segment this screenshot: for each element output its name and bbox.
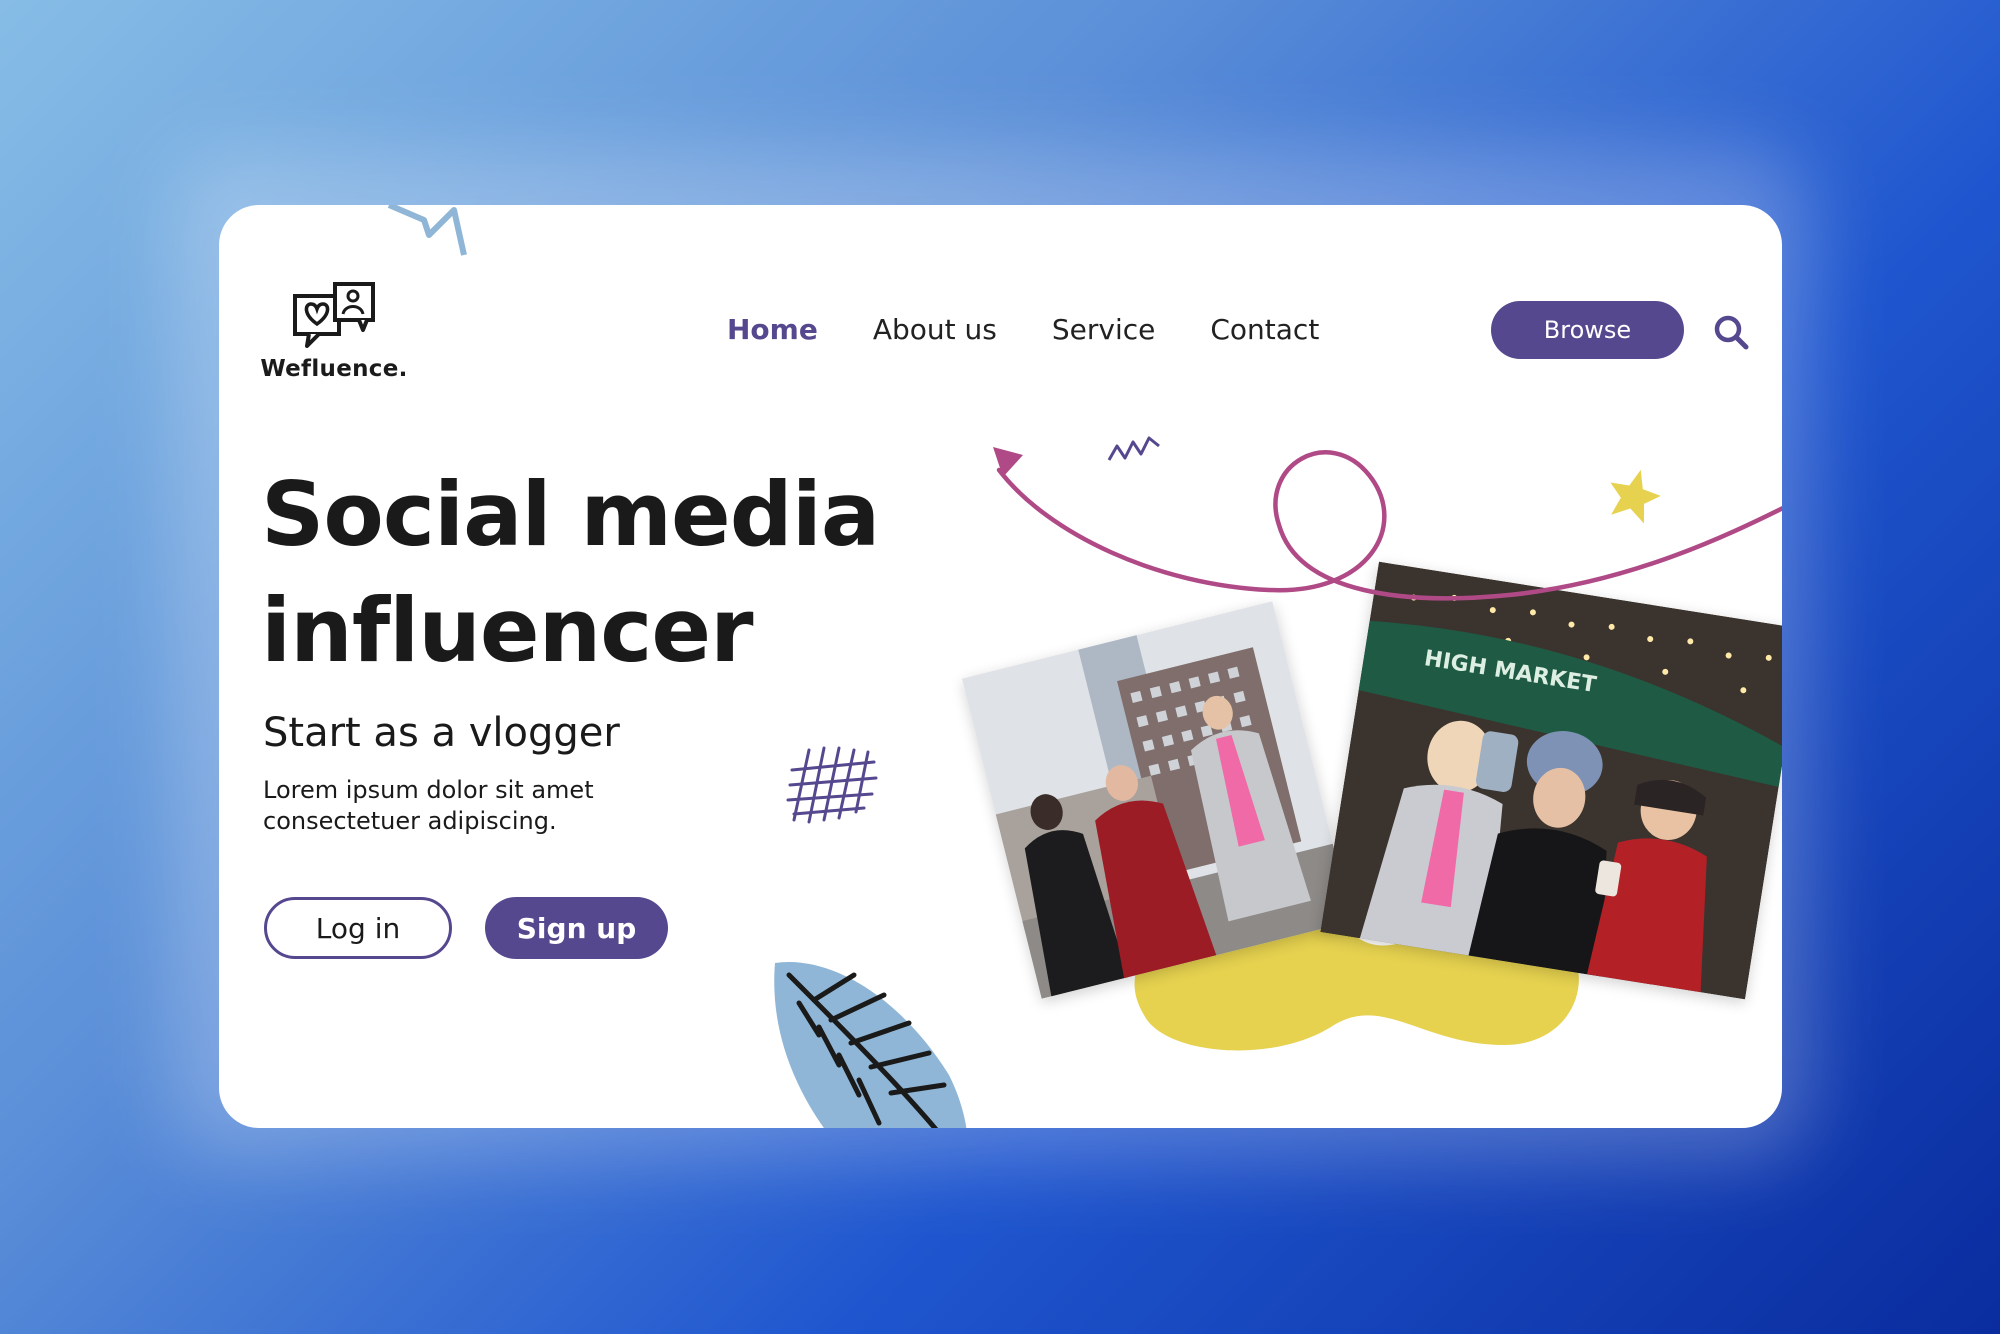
nav-item-about-us[interactable]: About us [873, 313, 997, 346]
hero-description: Lorem ipsum dolor sit amet consectetuer … [263, 776, 594, 835]
leaf-deco [774, 962, 967, 1128]
curly-arrow-deco [993, 447, 1782, 601]
signup-button[interactable]: Sign up [485, 897, 668, 959]
chat-heart-person-icon [293, 282, 375, 348]
nav-item-home[interactable]: Home [727, 313, 818, 346]
search-icon[interactable] [1711, 312, 1751, 352]
browse-button[interactable]: Browse [1491, 301, 1684, 359]
hero-title-line-2: influencer [261, 579, 754, 682]
nav-item-service[interactable]: Service [1052, 313, 1155, 346]
zigzag-blue-deco [387, 205, 467, 256]
hero-title-line-1: Social media [261, 463, 880, 566]
hero-title: Social media influencer [261, 457, 1021, 689]
login-button[interactable]: Log in [264, 897, 452, 959]
nav-item-contact[interactable]: Contact [1210, 313, 1319, 346]
brand-logo[interactable]: Wefluence. [259, 280, 409, 382]
crosshatch-deco [786, 746, 878, 824]
hero-subtitle: Start as a vlogger [263, 710, 620, 756]
landing-card: Wefluence. Home About us Service Contact… [219, 205, 1782, 1128]
brand-name: Wefluence. [260, 356, 408, 382]
main-nav: Home About us Service Contact [727, 313, 1374, 346]
